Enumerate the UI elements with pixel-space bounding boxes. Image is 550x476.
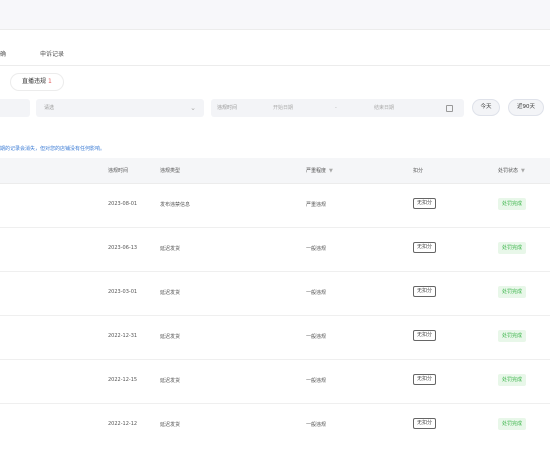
tab-appeal-records[interactable]: 申诉记录	[40, 49, 64, 58]
status-badge: 处罚完成	[498, 286, 527, 298]
status-badge: 处罚完成	[498, 374, 527, 386]
table-row[interactable]: 2023-08-01 发布违禁信息 严重违规 无扣分 处罚完成	[0, 184, 550, 228]
subtab-row: 直播违规 1	[0, 66, 550, 100]
cell-severity: 一般违规	[306, 334, 327, 340]
status-badge: 处罚完成	[498, 418, 527, 430]
cell-severity: 一般违规	[306, 378, 327, 384]
table-row[interactable]: 2022-12-12 延迟发货 一般违规 无扣分 处罚完成	[0, 404, 550, 448]
last-90-days-button[interactable]: 近90天	[508, 99, 544, 116]
filter-icon[interactable]: ▼	[521, 168, 525, 174]
status-badge: 处罚完成	[498, 242, 527, 254]
cell-type: 延迟发货	[160, 378, 181, 384]
header-status[interactable]: 处罚状态 ▼	[498, 167, 525, 174]
score-tag: 无扣分	[413, 330, 437, 341]
table-row[interactable]: 2023-06-13 延迟发货 一般违规 无扣分 处罚完成	[0, 228, 550, 272]
header-score: 扣分	[413, 168, 424, 174]
top-bar	[0, 0, 550, 30]
tab-bar: 确 申诉记录	[0, 30, 550, 66]
table-row[interactable]: 2023-03-01 延迟发货 一般违规 无扣分 处罚完成	[0, 272, 550, 316]
cell-time: 2023-08-01	[108, 201, 138, 207]
cell-severity: 一般违规	[306, 290, 327, 296]
violation-type-select[interactable]: 请选 ⌄	[36, 99, 204, 117]
score-tag: 无扣分	[413, 286, 437, 297]
date-separator: -	[335, 105, 337, 111]
start-date-input[interactable]: 开始日期	[273, 99, 293, 117]
score-tag: 无扣分	[413, 418, 437, 429]
filter-row: 请选 ⌄ 违规时间 开始日期 - 结束日期 今天 近90天	[0, 98, 550, 120]
cell-type: 延迟发货	[160, 290, 181, 296]
status-badge: 处罚完成	[498, 198, 527, 210]
table-header: 违规时间 违规类型 严重程度 ▼ 扣分 处罚状态 ▼	[0, 158, 550, 184]
status-badge: 处罚完成	[498, 330, 527, 342]
header-severity-label: 严重程度	[306, 168, 327, 174]
header-time: 违规时间	[108, 168, 129, 174]
subtab-label: 直播违规	[22, 78, 47, 85]
notice-text: 期的记录会消失，但对您的店铺没有任何影响。	[0, 146, 106, 152]
cell-severity: 严重违规	[306, 202, 327, 208]
cell-time: 2022-12-31	[108, 333, 138, 339]
cell-type: 发布违禁信息	[160, 202, 191, 208]
score-tag: 无扣分	[413, 374, 437, 385]
date-range-picker[interactable]: 违规时间 开始日期 - 结束日期	[211, 99, 464, 117]
cell-time: 2023-06-13	[108, 245, 138, 251]
header-type: 违规类型	[160, 168, 181, 174]
table-row[interactable]: 2022-12-31 延迟发货 一般违规 无扣分 处罚完成	[0, 316, 550, 360]
cell-time: 2022-12-15	[108, 377, 138, 383]
subtab-live-violation[interactable]: 直播违规 1	[10, 73, 64, 91]
end-date-input[interactable]: 结束日期	[374, 99, 394, 117]
today-button[interactable]: 今天	[472, 99, 500, 116]
header-status-label: 处罚状态	[498, 168, 519, 174]
header-severity[interactable]: 严重程度 ▼	[306, 167, 333, 174]
cell-severity: 一般违规	[306, 422, 327, 428]
violations-table: 违规时间 违规类型 严重程度 ▼ 扣分 处罚状态 ▼ 2023-08-01 发布违禁…	[0, 158, 550, 448]
filter-icon[interactable]: ▼	[329, 168, 333, 174]
cell-time: 2023-03-01	[108, 289, 138, 295]
cell-type: 延迟发货	[160, 246, 181, 252]
cell-time: 2022-12-12	[108, 421, 138, 427]
cell-type: 延迟发货	[160, 334, 181, 340]
search-input[interactable]	[0, 99, 30, 117]
score-tag: 无扣分	[413, 198, 437, 209]
calendar-icon[interactable]	[446, 105, 453, 112]
cell-type: 延迟发货	[160, 422, 181, 428]
select-placeholder: 请选	[44, 105, 55, 111]
chevron-down-icon: ⌄	[190, 104, 196, 112]
cell-severity: 一般违规	[306, 246, 327, 252]
table-row[interactable]: 2022-12-15 延迟发货 一般违规 无扣分 处罚完成	[0, 360, 550, 404]
score-tag: 无扣分	[413, 242, 437, 253]
tab-violations[interactable]: 确	[0, 49, 6, 58]
subtab-count: 1	[48, 78, 52, 85]
date-label: 违规时间	[217, 105, 238, 111]
